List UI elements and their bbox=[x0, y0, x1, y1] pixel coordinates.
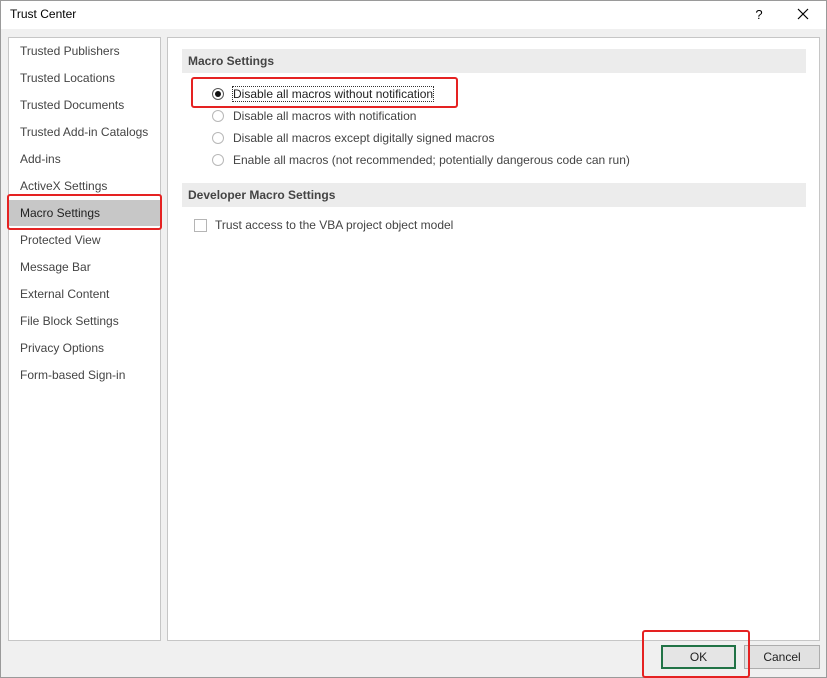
nav-item-trusted-locations[interactable]: Trusted Locations bbox=[9, 65, 160, 91]
nav-item-protected-view[interactable]: Protected View bbox=[9, 227, 160, 253]
macro-option-enable-all[interactable]: Enable all macros (not recommended; pote… bbox=[212, 151, 630, 169]
macro-option-disable-no-notification[interactable]: Disable all macros without notification bbox=[212, 85, 433, 103]
nav-item-trusted-publishers[interactable]: Trusted Publishers bbox=[9, 38, 160, 64]
vba-access-label: Trust access to the VBA project object m… bbox=[215, 218, 453, 232]
radio-button[interactable] bbox=[212, 132, 224, 144]
nav-item-form-based-sign-in[interactable]: Form-based Sign-in bbox=[9, 362, 160, 388]
vba-access-option[interactable]: Trust access to the VBA project object m… bbox=[194, 216, 453, 234]
nav-item-trusted-add-in-catalogs[interactable]: Trusted Add-in Catalogs bbox=[9, 119, 160, 145]
nav-item-trusted-documents[interactable]: Trusted Documents bbox=[9, 92, 160, 118]
close-button[interactable] bbox=[792, 4, 814, 24]
radio-button[interactable] bbox=[212, 110, 224, 122]
settings-panel: Macro Settings Disable all macros withou… bbox=[167, 37, 820, 641]
developer-macro-settings-header: Developer Macro Settings bbox=[182, 183, 806, 207]
radio-button[interactable] bbox=[212, 154, 224, 166]
radio-label: Disable all macros except digitally sign… bbox=[233, 131, 494, 145]
category-nav: Trusted Publishers Trusted Locations Tru… bbox=[8, 37, 161, 641]
macro-option-disable-except-signed[interactable]: Disable all macros except digitally sign… bbox=[212, 129, 494, 147]
window-title: Trust Center bbox=[10, 7, 76, 21]
radio-button[interactable] bbox=[212, 88, 224, 100]
nav-item-file-block-settings[interactable]: File Block Settings bbox=[9, 308, 160, 334]
close-icon bbox=[797, 8, 809, 20]
radio-label: Enable all macros (not recommended; pote… bbox=[233, 153, 630, 167]
nav-item-macro-settings[interactable]: Macro Settings bbox=[9, 200, 160, 226]
ok-button[interactable]: OK bbox=[661, 645, 736, 669]
vba-access-checkbox[interactable] bbox=[194, 219, 207, 232]
macro-option-disable-with-notification[interactable]: Disable all macros with notification bbox=[212, 107, 416, 125]
nav-item-privacy-options[interactable]: Privacy Options bbox=[9, 335, 160, 361]
nav-item-external-content[interactable]: External Content bbox=[9, 281, 160, 307]
macro-settings-header: Macro Settings bbox=[182, 49, 806, 73]
cancel-button[interactable]: Cancel bbox=[744, 645, 820, 669]
nav-item-activex-settings[interactable]: ActiveX Settings bbox=[9, 173, 160, 199]
title-bar: Trust Center ? bbox=[1, 1, 826, 29]
trust-center-dialog: Trust Center ? Trusted Publishers Truste… bbox=[0, 0, 827, 678]
help-button[interactable]: ? bbox=[748, 4, 770, 24]
radio-label: Disable all macros without notification bbox=[233, 87, 433, 101]
nav-item-add-ins[interactable]: Add-ins bbox=[9, 146, 160, 172]
radio-label: Disable all macros with notification bbox=[233, 109, 416, 123]
nav-item-message-bar[interactable]: Message Bar bbox=[9, 254, 160, 280]
